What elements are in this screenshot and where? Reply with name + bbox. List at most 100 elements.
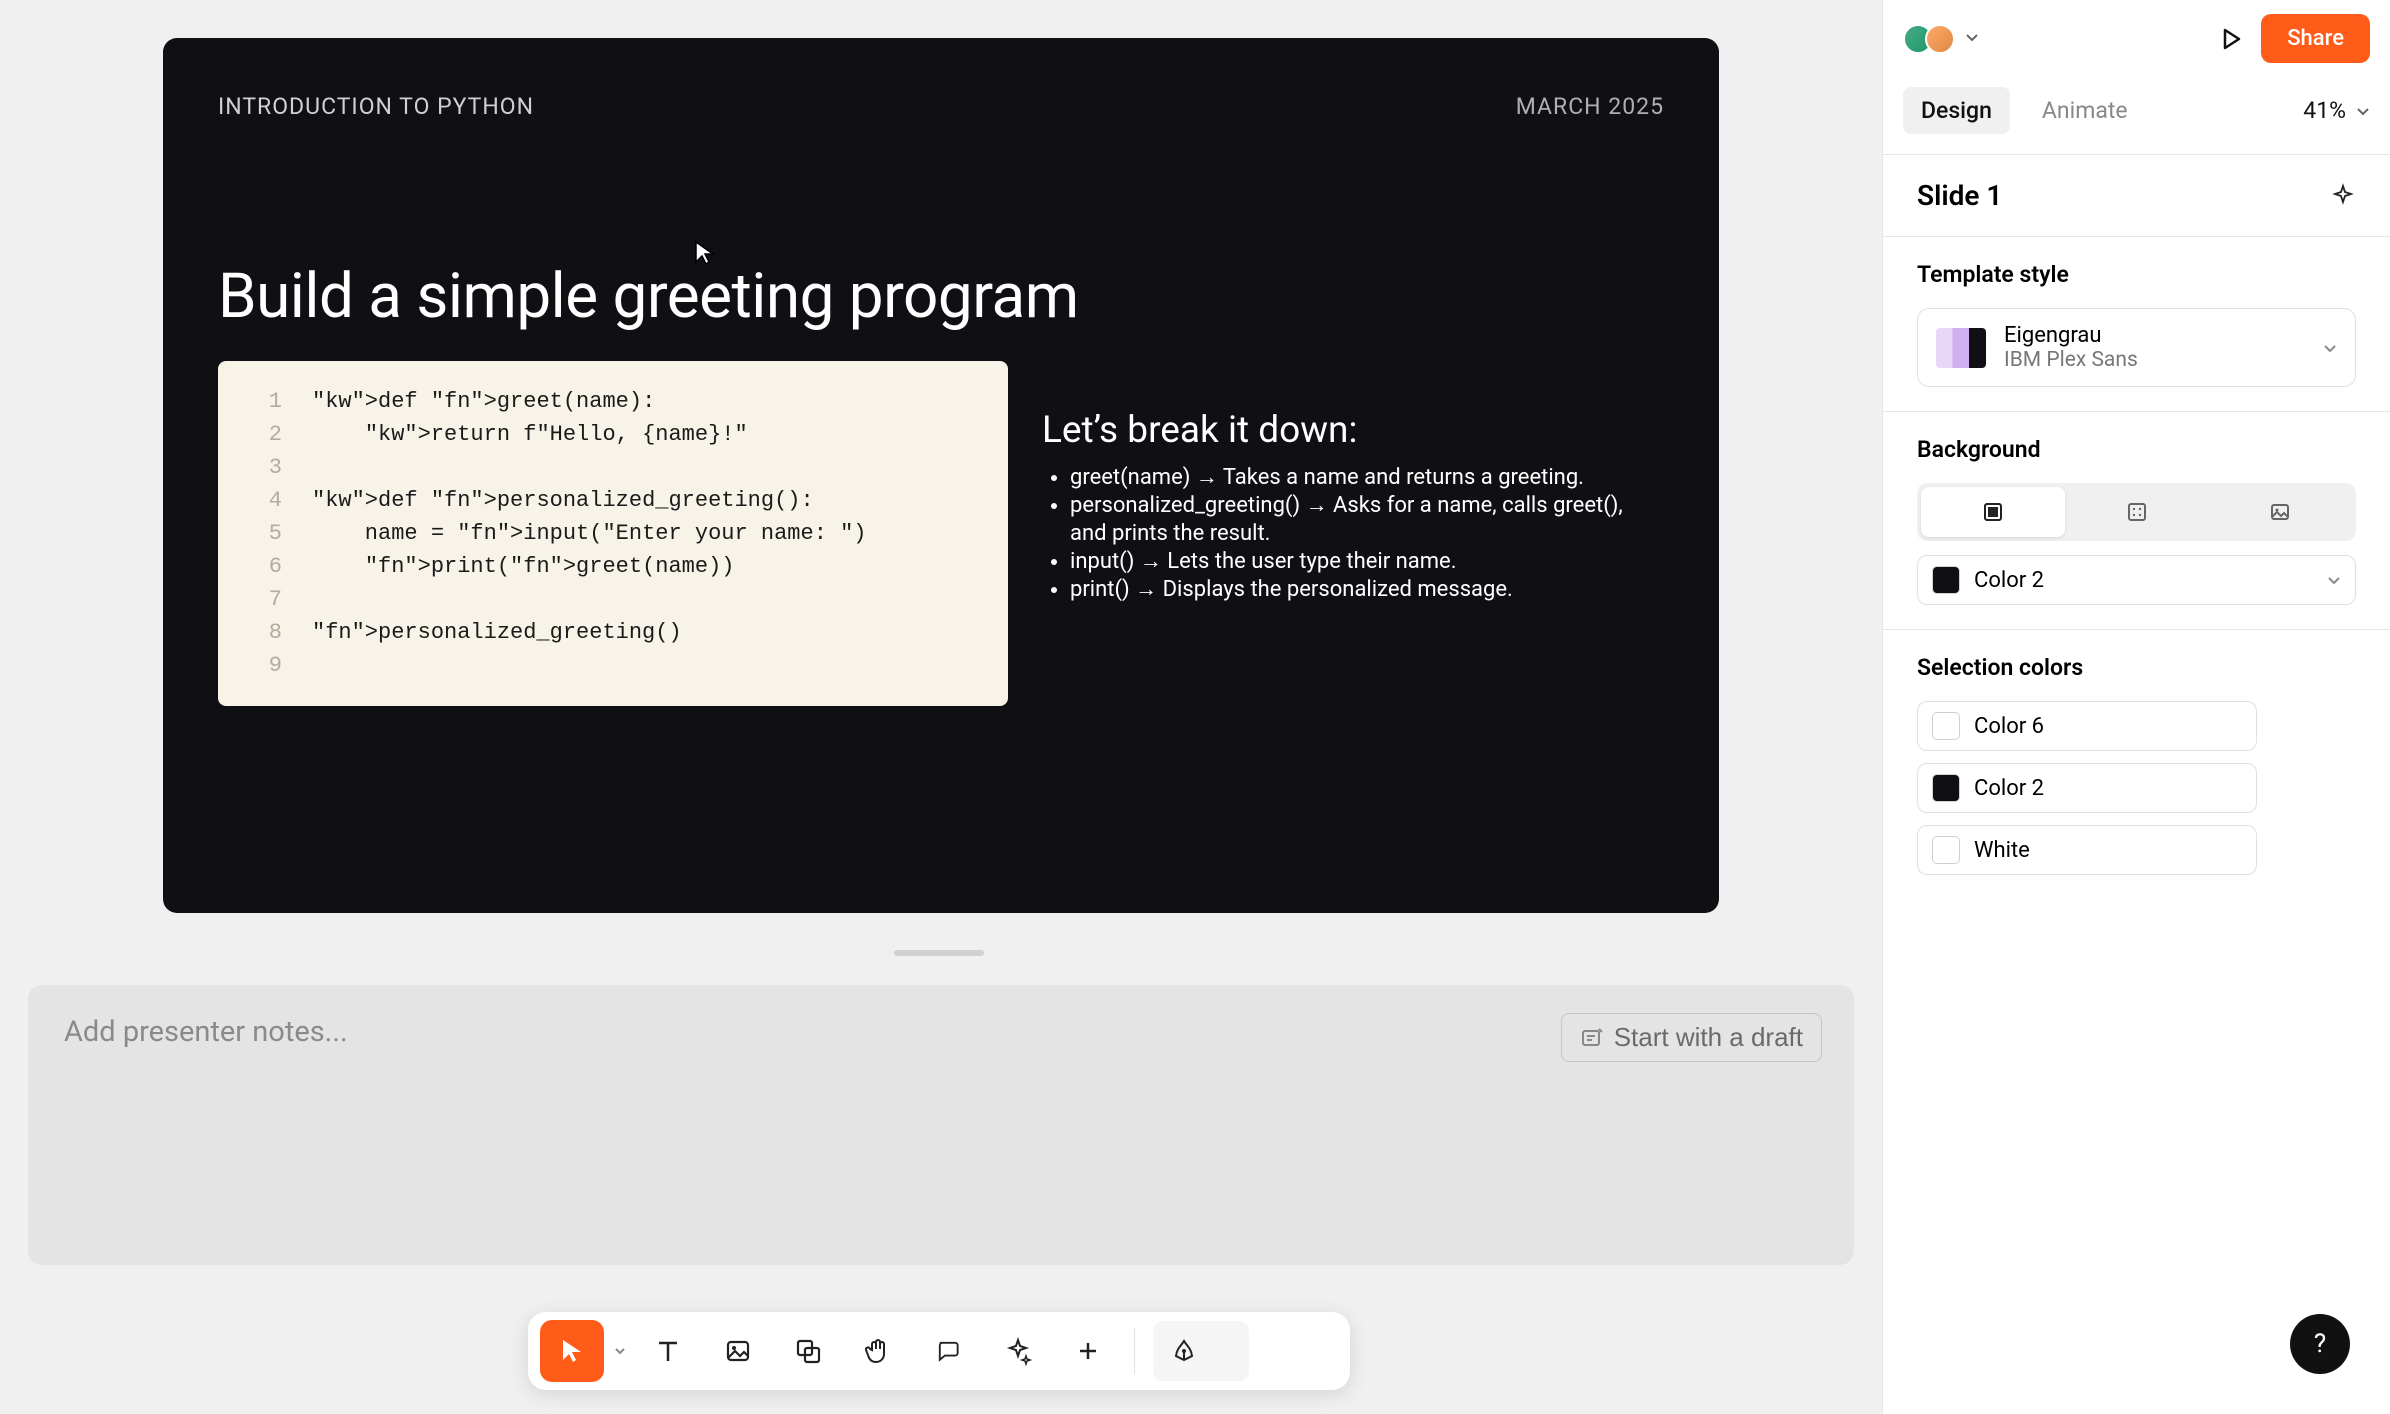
collaborator-avatars[interactable] — [1903, 24, 1947, 54]
slide-date: MARCH 2025 — [1516, 93, 1664, 120]
template-thumbnail — [1936, 328, 1986, 368]
image-tool[interactable] — [706, 1320, 770, 1382]
code-line: 1 "kw">def "fn">greet(name): — [248, 385, 978, 418]
code-line: 8 "fn">personalized_greeting() — [248, 616, 978, 649]
code-text: "kw">def "fn">greet(name): — [312, 385, 655, 418]
slide-kicker: INTRODUCTION TO PYTHON — [218, 93, 534, 120]
bg-image[interactable] — [2208, 487, 2352, 537]
code-line: 4"kw">def "fn">personalized_greeting(): — [248, 484, 978, 517]
draft-icon — [1580, 1026, 1604, 1050]
help-button[interactable]: ? — [2290, 1314, 2350, 1374]
pen-tool-expand[interactable] — [1211, 1325, 1245, 1377]
shape-tool[interactable] — [776, 1320, 840, 1382]
code-line: 3 — [248, 451, 978, 484]
code-line: 2 "kw">return f"Hello, {name}!" — [248, 418, 978, 451]
code-text: "fn">personalized_greeting() — [312, 616, 682, 649]
breakdown-item: print() → Displays the personalized mess… — [1070, 576, 1664, 604]
breakdown-item: greet(name) → Takes a name and returns a… — [1070, 464, 1664, 492]
color-swatch — [1932, 566, 1960, 594]
template-name: Eigengrau — [2004, 323, 2138, 348]
chevron-down-icon — [2327, 573, 2341, 587]
color-name: Color 6 — [1974, 714, 2044, 739]
slide-title: Build a simple greeting program — [218, 260, 1664, 333]
background-label: Background — [1917, 436, 2356, 463]
panel-header: Share — [1883, 0, 2390, 77]
line-number: 1 — [248, 385, 282, 418]
line-number: 2 — [248, 418, 282, 451]
bg-pattern[interactable] — [2065, 487, 2209, 537]
color-swatch — [1932, 836, 1960, 864]
selection-colors-label: Selection colors — [1917, 654, 2356, 681]
zoom-control[interactable]: 41% — [2303, 97, 2370, 124]
line-number: 9 — [248, 649, 282, 682]
color-swatch — [1932, 774, 1960, 802]
draft-label: Start with a draft — [1614, 1022, 1803, 1053]
slide[interactable]: INTRODUCTION TO PYTHON MARCH 2025 Build … — [163, 38, 1719, 913]
code-text: "fn">print("fn">greet(name)) — [312, 550, 734, 583]
background-section: Background Color 2 — [1883, 412, 2390, 630]
right-panel: Share Design Animate 41% Slide 1 Templat… — [1882, 0, 2390, 1414]
template-font: IBM Plex Sans — [2004, 348, 2138, 372]
add-tool[interactable] — [1056, 1320, 1120, 1382]
pattern-icon — [2126, 501, 2148, 523]
avatars-dropdown[interactable] — [1965, 29, 1979, 48]
breakdown-list: greet(name) → Takes a name and returns a… — [1070, 464, 1664, 604]
code-line: 5 name = "fn">input("Enter your name: ") — [248, 517, 978, 550]
share-button[interactable]: Share — [2261, 14, 2370, 63]
select-tool-dropdown[interactable] — [610, 1345, 630, 1357]
selection-color[interactable]: White — [1917, 825, 2257, 875]
panel-tabs: Design Animate 41% — [1883, 77, 2390, 155]
tab-animate[interactable]: Animate — [2024, 87, 2146, 134]
comment-tool[interactable] — [916, 1320, 980, 1382]
slide-section: Slide 1 — [1883, 155, 2390, 237]
template-picker[interactable]: Eigengrau IBM Plex Sans — [1917, 308, 2356, 387]
avatar — [1925, 24, 1955, 54]
color-name: Color 2 — [1974, 568, 2044, 593]
line-number: 5 — [248, 517, 282, 550]
breakdown-item: personalized_greeting() → Asks for a nam… — [1070, 492, 1664, 548]
bg-solid[interactable] — [1921, 487, 2065, 537]
toolbar-separator — [1134, 1328, 1135, 1374]
breakdown: Let’s break it down: greet(name) → Takes… — [1042, 361, 1664, 706]
selection-colors-section: Selection colors Color 6 Color 2 White — [1883, 630, 2390, 899]
line-number: 8 — [248, 616, 282, 649]
code-text: "kw">def "fn">personalized_greeting(): — [312, 484, 814, 517]
color-swatch — [1932, 712, 1960, 740]
notes-placeholder: Add presenter notes... — [64, 1015, 1818, 1049]
text-tool[interactable] — [636, 1320, 700, 1382]
code-text: "kw">return f"Hello, {name}!" — [312, 418, 748, 451]
pen-tool[interactable] — [1157, 1325, 1211, 1377]
hand-tool[interactable] — [846, 1320, 910, 1382]
bottom-toolbar — [528, 1312, 1350, 1390]
slide-label: Slide 1 — [1917, 179, 2002, 212]
present-button[interactable] — [2211, 19, 2251, 59]
notes-resize-handle[interactable] — [894, 950, 984, 956]
breakdown-item: input() → Lets the user type their name. — [1070, 548, 1664, 576]
line-number: 6 — [248, 550, 282, 583]
chevron-down-icon — [1965, 30, 1979, 44]
code-line: 6 "fn">print("fn">greet(name)) — [248, 550, 978, 583]
tab-design[interactable]: Design — [1903, 87, 2010, 134]
solid-icon — [1982, 501, 2004, 523]
zoom-value: 41% — [2303, 97, 2346, 124]
presenter-notes[interactable]: Add presenter notes... Start with a draf… — [28, 985, 1854, 1265]
code-line: 9 — [248, 649, 978, 682]
selection-color[interactable]: Color 2 — [1917, 763, 2257, 813]
selection-color[interactable]: Color 6 — [1917, 701, 2257, 751]
start-draft-button[interactable]: Start with a draft — [1561, 1013, 1822, 1062]
select-tool[interactable] — [540, 1320, 604, 1382]
code-text: name = "fn">input("Enter your name: ") — [312, 517, 867, 550]
code-line: 7 — [248, 583, 978, 616]
chevron-down-icon — [2323, 341, 2337, 355]
ai-tool[interactable] — [986, 1320, 1050, 1382]
slide-header: INTRODUCTION TO PYTHON MARCH 2025 — [218, 93, 1664, 120]
sparkle-icon[interactable] — [2330, 183, 2356, 209]
breakdown-heading: Let’s break it down: — [1042, 409, 1664, 452]
background-type-toggle — [1917, 483, 2356, 541]
play-icon — [2218, 26, 2244, 52]
line-number: 7 — [248, 583, 282, 616]
background-color[interactable]: Color 2 — [1917, 555, 2356, 605]
color-name: White — [1974, 838, 2030, 863]
canvas-area: INTRODUCTION TO PYTHON MARCH 2025 Build … — [0, 0, 1882, 1414]
template-label: Template style — [1917, 261, 2356, 288]
